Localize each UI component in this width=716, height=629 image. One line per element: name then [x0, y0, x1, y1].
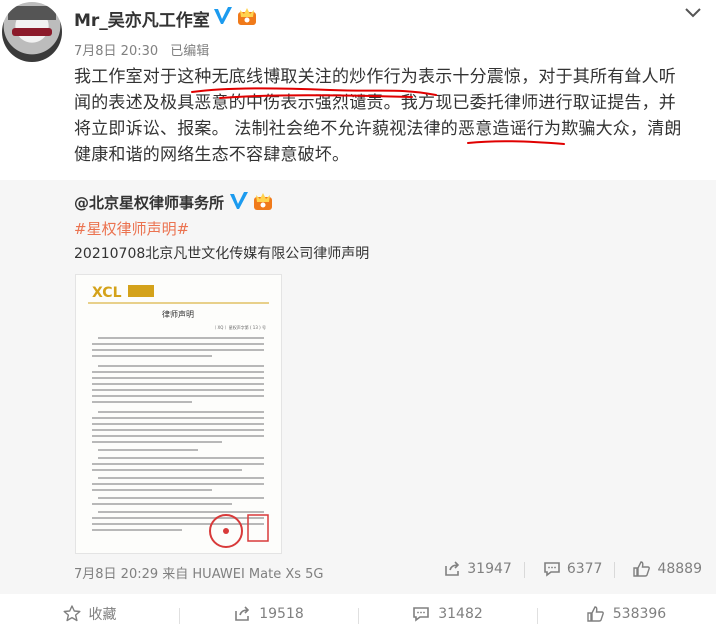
repost-count: 19518	[259, 605, 304, 622]
document-title: 律师声明	[162, 309, 194, 319]
hashtag-link[interactable]: #星权律师声明#	[74, 218, 189, 239]
post-line: 将立即诉讼、报案。 法制社会绝不允许藐视法律的恶意造谣行为欺骗大众，清朗	[74, 119, 682, 139]
comment-button[interactable]: 31482	[358, 605, 537, 624]
avatar[interactable]	[2, 2, 62, 62]
like-count: 538396	[612, 605, 667, 622]
verified-badge-icon	[214, 7, 232, 24]
comment-icon	[413, 606, 430, 622]
retweet-meta: 7月8日 20:29 来自 HUAWEI Mate Xs 5G	[74, 567, 324, 582]
weibo-post: Mr_吴亦凡工作室 7月8日 20:30 已编辑 我工作室对于这种无底线博取关注…	[0, 0, 716, 629]
star-icon	[63, 605, 80, 622]
retweet-repost-count: 31947	[467, 561, 512, 577]
repost-button[interactable]: 19518	[179, 605, 358, 624]
red-underline-annotation	[191, 87, 437, 99]
thumbs-up-icon	[587, 605, 604, 622]
post-text: 我工作室对于这种无底线博取关注的炒作行为表示十分震惊，对于其所有耸人听 闻的表述…	[74, 64, 704, 168]
retweet-box[interactable]: @北京星权律师事务所 #星权律师声明# 20210708北京凡世文化传媒有限公司…	[0, 180, 716, 594]
red-underline-annotation	[467, 140, 565, 145]
post-meta: 7月8日 20:30 已编辑	[74, 40, 217, 59]
chevron-down-icon[interactable]	[684, 6, 702, 20]
favorite-button[interactable]: 收藏	[0, 604, 179, 624]
retweet-like-button[interactable]: 48889	[633, 560, 702, 578]
retweet-repost-button[interactable]: 31947	[443, 560, 512, 578]
retweet-comment-count: 6377	[566, 561, 603, 577]
retweet-text: 20210708北京凡世文化传媒有限公司律师声明	[74, 246, 370, 262]
retweet-like-count: 48889	[657, 561, 702, 577]
comment-count: 31482	[438, 605, 483, 622]
avatar-top	[8, 6, 56, 20]
like-button[interactable]: 538396	[537, 605, 716, 624]
post-line: 健康和谐的网络生态不容肆意破坏。	[74, 145, 350, 165]
document-image[interactable]: XCL 律师声明 （ XQ ）星权声字第 ( 13 ) 号	[75, 274, 282, 554]
divider	[614, 562, 616, 578]
divider	[523, 562, 525, 578]
avatar-stripe	[12, 28, 52, 36]
thumbs-up-icon	[633, 561, 651, 577]
share-icon	[445, 561, 460, 576]
document-thumbnail: XCL 律师声明 （ XQ ）星权声字第 ( 13 ) 号	[88, 285, 269, 548]
comment-icon	[544, 562, 560, 577]
retweet-actions: 31947 6377 48889	[425, 560, 702, 578]
post-date[interactable]: 7月8日 20:30	[74, 44, 158, 59]
favorite-label: 收藏	[88, 606, 117, 623]
vip-crown-icon[interactable]	[236, 6, 258, 26]
share-icon	[235, 605, 250, 621]
author-name[interactable]: Mr_吴亦凡工作室	[74, 6, 210, 31]
svg-text:XCL: XCL	[92, 285, 122, 301]
retweet-author[interactable]: @北京星权律师事务所	[74, 192, 224, 213]
action-bar: 收藏 19518 31482 538396	[0, 598, 716, 629]
verified-badge-icon	[230, 192, 248, 209]
retweet-comment-button[interactable]: 6377	[543, 560, 603, 578]
edited-label[interactable]: 已编辑	[170, 44, 209, 59]
document-reference: （ XQ ）星权声字第 ( 13 ) 号	[212, 324, 266, 330]
vip-crown-icon[interactable]	[252, 191, 274, 211]
